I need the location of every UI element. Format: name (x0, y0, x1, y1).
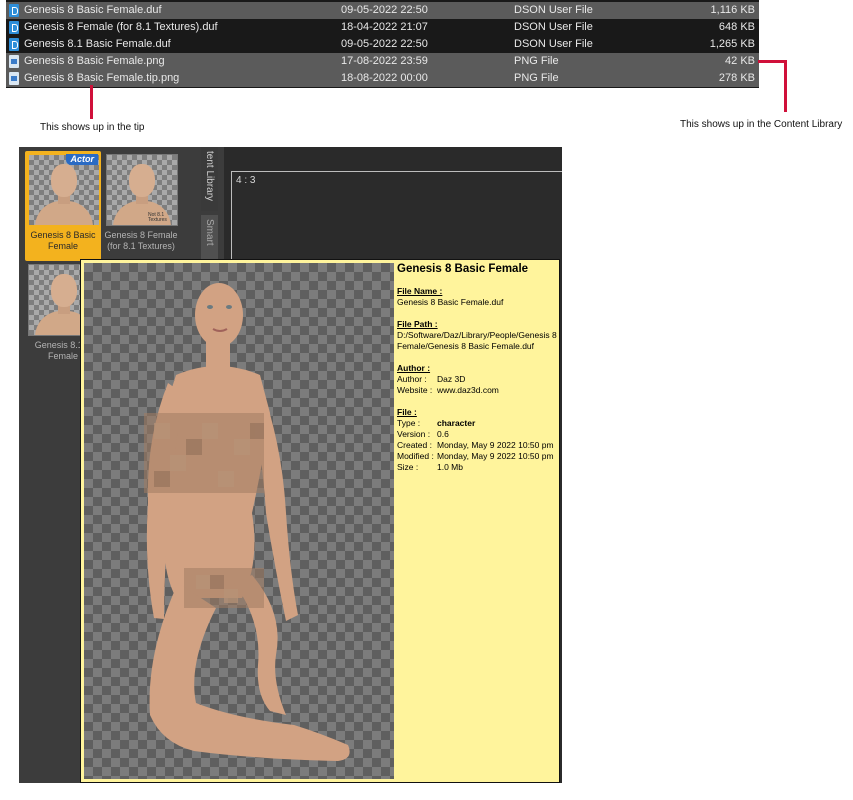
file-name-heading: File Name : (397, 286, 443, 296)
asset-thumbnail: Not 8.1 Textures (106, 154, 178, 226)
tip-annotation-label: This shows up in the tip (40, 122, 145, 133)
created-key: Created : (397, 440, 432, 450)
type-value: character (437, 418, 476, 428)
created-row: Created : Monday, May 9 2022 10:50 pm (397, 440, 557, 451)
file-path-value: D:/Software/Daz/Library/People/Genesis 8… (397, 330, 557, 351)
asset-label: Genesis 8 Basic Female (25, 230, 101, 252)
file-name-value: Genesis 8 Basic Female.duf (397, 297, 504, 307)
asset-tile-genesis8-female-81-textures[interactable]: Not 8.1 Textures Genesis 8 Female (for 8… (103, 151, 179, 261)
file-date: 18-08-2022 00:00 (341, 72, 428, 84)
modified-value: Monday, May 9 2022 10:50 pm (437, 451, 554, 461)
size-key: Size : (397, 462, 419, 472)
file-name: Genesis 8.1 Basic Female.duf (24, 38, 171, 50)
asset-tile-genesis8-basic-female[interactable]: Actor Genesis 8 Basic Female (25, 151, 101, 261)
library-annotation-line-h (758, 60, 787, 63)
png-file-icon (9, 55, 19, 68)
dson-file-icon (9, 4, 19, 17)
asset-label: Genesis 8 Female (for 8.1 Textures) (103, 230, 179, 252)
actor-badge: Actor (66, 154, 98, 165)
author-key: Author : (397, 374, 427, 384)
website-key: Website : (397, 385, 433, 395)
tip-info: Genesis 8 Basic Female File Name : Genes… (397, 262, 557, 473)
file-row[interactable]: Genesis 8 Basic Female.duf 09-05-2022 22… (6, 2, 759, 19)
file-date: 09-05-2022 22:50 (341, 4, 428, 16)
modified-key: Modified : (397, 451, 434, 461)
file-type: DSON User File (514, 38, 593, 50)
file-name: Genesis 8 Female (for 8.1 Textures).duf (24, 21, 218, 33)
file-list: Genesis 8 Basic Female.duf 09-05-2022 22… (6, 0, 759, 88)
created-value: Monday, May 9 2022 10:50 pm (437, 440, 554, 450)
file-name: Genesis 8 Basic Female.png (24, 55, 165, 67)
file-row[interactable]: Genesis 8 Basic Female.tip.png 18-08-202… (6, 70, 759, 87)
tab-smart-label: Smart (204, 219, 215, 246)
file-row[interactable]: Genesis 8.1 Basic Female.duf 09-05-2022 … (6, 36, 759, 53)
dson-file-icon (9, 38, 19, 51)
file-name: Genesis 8 Basic Female.duf (24, 4, 162, 16)
file-size: 42 KB (725, 55, 755, 67)
type-row: Type : character (397, 418, 557, 429)
file-size: 1,265 KB (709, 38, 755, 50)
tab-content-library-label: tent Library (204, 151, 215, 202)
version-key: Version : (397, 429, 431, 439)
author-value: Daz 3D (437, 374, 466, 384)
asset-label-line: (for 8.1 Textures) (107, 241, 175, 251)
file-heading: File : (397, 407, 417, 417)
tip-preview-image (84, 263, 394, 779)
library-annotation-line-v (784, 60, 787, 112)
file-type: PNG File (514, 55, 559, 67)
file-name: Genesis 8 Basic Female.tip.png (24, 72, 180, 84)
version-value: 0.6 (437, 429, 449, 439)
file-date: 18-04-2022 21:07 (341, 21, 428, 33)
version-row: Version : 0.6 (397, 429, 557, 440)
file-date: 17-08-2022 23:59 (341, 55, 428, 67)
file-row[interactable]: Genesis 8 Female (for 8.1 Textures).duf … (6, 19, 759, 36)
author-heading: Author : (397, 363, 431, 373)
file-size: 278 KB (718, 72, 755, 84)
file-size: 648 KB (718, 21, 755, 33)
file-row[interactable]: Genesis 8 Basic Female.png 17-08-2022 23… (6, 53, 759, 70)
tab-content-library[interactable]: tent Library (201, 147, 218, 211)
asset-label-line: Female (47, 241, 78, 251)
file-size: 1,116 KB (710, 4, 755, 16)
website-row: Website : www.daz3d.com (397, 385, 557, 396)
modified-row: Modified : Monday, May 9 2022 10:50 pm (397, 451, 557, 462)
dson-file-icon (9, 21, 19, 34)
file-path-heading: File Path : (397, 319, 438, 329)
asset-label-line: Genesis 8 Basic (30, 230, 96, 240)
thumbnail-mark: Not 8.1 Textures (148, 212, 167, 223)
asset-tooltip: Genesis 8 Basic Female File Name : Genes… (80, 259, 560, 783)
website-value: www.daz3d.com (437, 385, 499, 395)
library-annotation-label: This shows up in the Content Library (680, 119, 843, 130)
size-row: Size : 1.0 Mb (397, 462, 557, 473)
figure-illustration (144, 283, 350, 761)
file-type: DSON User File (514, 4, 593, 16)
author-row: Author : Daz 3D (397, 374, 557, 385)
size-value: 1.0 Mb (437, 462, 463, 472)
tip-annotation-line (90, 85, 93, 119)
tab-smart-content[interactable]: Smart (201, 215, 218, 259)
asset-label-line: Genesis 8 Female (104, 230, 178, 240)
type-key: Type : (397, 418, 421, 428)
viewport-ratio: 4 : 3 (236, 175, 256, 186)
file-date: 09-05-2022 22:50 (341, 38, 428, 50)
png-file-icon (9, 72, 19, 85)
file-type: PNG File (514, 72, 559, 84)
tip-title: Genesis 8 Basic Female (397, 263, 529, 275)
file-type: DSON User File (514, 21, 593, 33)
